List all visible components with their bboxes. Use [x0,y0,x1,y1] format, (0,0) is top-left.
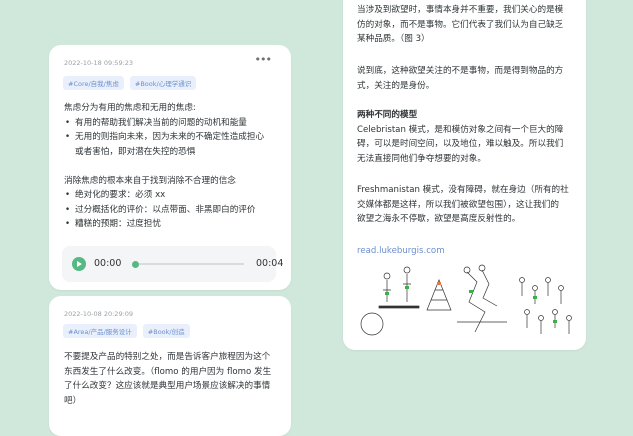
memo-card-desire[interactable]: 当涉及到欲望时，事情本身并不重要，我们关心的是模 仿的对象，而不是事物。它们代表… [343,0,586,350]
tag-area-service-design[interactable]: #Area/产品/服务设计 [63,324,137,338]
memo-line: Celebristan 模式，是和模仿对象之间有一个巨大的障 [357,124,564,135]
play-icon[interactable] [72,257,86,271]
memo-line: 当涉及到欲望时，事情本身并不重要，我们关心的是模 [357,5,564,15]
sketch-circle [360,312,384,336]
tag-list: #Area/产品/服务设计 #Book/创造 [63,324,190,338]
memo-line: 交媒体都是这样，所以我们被欲望包围），这让我们的 [357,199,559,210]
sketch-crowd [519,277,572,334]
memo-line: 式，关注的是身份。 [357,80,435,91]
tag-list: #Core/自我/焦虑 #Book/心理学通识 [63,76,197,90]
memo-paragraph: 当涉及到欲望时，事情本身并不重要，我们关心的是模 仿的对象，而不是事物。它们代表… [357,3,577,47]
memo-line: 仿的对象，而不是事物。它们代表了我们认为自己缺乏 [357,19,564,30]
memo-line: 消除焦虑的根本来自于找到消除不合理的信念 [64,175,236,186]
memo-paragraph: Freshmanistan 模式，没有障碍，就在身边（所有的社 交媒体都是这样，… [357,183,577,227]
audio-progress-track[interactable] [132,263,244,265]
memo-paragraph: 两种不同的模型 Celebristan 模式，是和模仿对象之间有一个巨大的障 碍… [357,108,577,166]
memo-line: 吧） [64,395,82,406]
memo-line: 碍，可以是时间空间，以及地位，难以触及。所以我们 [357,139,564,149]
memo-line: 欲望之海永不停歇，欲望是高度反射性的。 [357,214,521,224]
memo-heading: 两种不同的模型 [357,110,418,120]
memo-line: 某种品质。（图 3） [357,34,430,44]
memo-bullet: 绝对化的要求：必须 xx [64,188,264,203]
audio-player: 00:00 00:04 [62,246,283,282]
memo-bullet: 无用的则指向未来，因为未来的不确定性造成担心 [64,130,264,145]
memo-content: 焦虑分为有用的焦虑和无用的焦虑: 有用的帮助我们解决当前的问题的动机和能量 无用… [64,101,264,232]
memo-line: 了什么改变？这应该就是典型用户场景应该解决的事情 [64,381,271,391]
audio-progress-knob[interactable] [132,260,139,268]
memo-bullet: 糟糕的预期：过度担忧 [64,217,264,232]
tag-core-anxiety[interactable]: #Core/自我/焦虑 [63,76,124,90]
desire-models-sketch [360,264,572,336]
memo-line: 焦虑分为有用的焦虑和无用的焦虑: [64,103,196,113]
memo-timestamp: 2022-10-18 09:59:23 [64,59,134,67]
memo-bullet: 有用的帮助我们解决当前的问题的动机和能量 [64,116,264,131]
memo-paragraph: 说到底，这种欲望关注的不是事物，而是得到物品的方 式，关注的是身份。 [357,64,577,93]
tag-book-creation[interactable]: #Book/创造 [142,324,190,338]
memo-timestamp: 2022-10-08 20:29:09 [64,310,134,318]
memo-line: Freshmanistan 模式，没有障碍，就在身边（所有的社 [357,185,569,195]
audio-current-time: 00:00 [94,258,122,269]
memo-line: 无法直接同他们争夺想要的对象。 [357,153,486,164]
memo-card-product[interactable]: 2022-10-08 20:29:09 #Area/产品/服务设计 #Book/… [49,296,291,436]
source-link[interactable]: read.lukeburgis.com [357,246,445,256]
memo-content: 不要提及产品的特别之处，而是告诉客户旅程因为这个 东西发生了什么改变。（flom… [64,350,271,408]
tag-book-psychology[interactable]: #Book/心理学通识 [129,76,197,90]
more-options-icon[interactable]: ••• [255,53,272,66]
memo-line: 不要提及产品的特别之处，而是告诉客户旅程因为这个 [64,352,271,362]
memo-card-anxiety[interactable]: 2022-10-18 09:59:23 ••• #Core/自我/焦虑 #Boo… [49,45,291,290]
memo-line: 说到底，这种欲望关注的不是事物，而是得到物品的方 [357,66,564,76]
memo-spacer [64,159,264,174]
memo-line: 或者害怕，即对潜在失控的恐惧 [75,146,196,157]
memo-line: 东西发生了什么改变。（flomo 的用户因为 flomo 发生 [64,366,272,377]
audio-duration: 00:04 [256,258,284,269]
memo-bullet: 过分概括化的评价：以点带面、非黑即白的评价 [64,203,264,218]
